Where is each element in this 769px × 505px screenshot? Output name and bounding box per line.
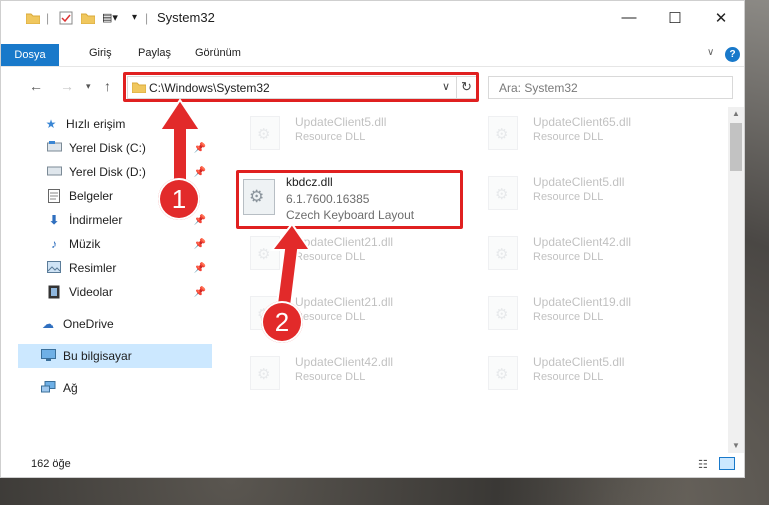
sidebar-item-network[interactable]: Ağ — [40, 376, 212, 400]
title-bar: | ▤▾ ▾ | System32 — ☐ ✕ — [1, 1, 744, 34]
dll-file-icon — [488, 296, 518, 330]
sidebar-item-label: Videolar — [69, 285, 113, 299]
customize-toolbar-icon[interactable]: ▤▾ — [102, 1, 118, 34]
list-item[interactable]: UpdateClient42.dll Resource DLL — [478, 230, 708, 280]
file-name: UpdateClient5.dll — [533, 355, 625, 369]
gear-icon: ⚙ — [249, 187, 265, 206]
list-item[interactable]: UpdateClient65.dll Resource DLL — [478, 110, 708, 160]
annotation-badge-2: 2 — [261, 301, 303, 343]
sidebar-item-label: OneDrive — [63, 317, 114, 331]
back-arrow-icon[interactable]: ← — [29, 78, 43, 94]
sidebar-item-label: Ağ — [63, 381, 78, 395]
file-version: 6.1.7600.16385 — [286, 192, 370, 206]
scroll-up-icon[interactable]: ▲ — [732, 109, 740, 118]
pin-icon[interactable]: 📌 — [194, 287, 206, 298]
sidebar-item-label: Bu bilgisayar — [63, 349, 132, 363]
close-button[interactable]: ✕ — [698, 1, 744, 34]
list-item[interactable]: UpdateClient5.dll Resource DLL — [478, 170, 708, 220]
computer-icon — [40, 349, 56, 363]
file-type: Resource DLL — [533, 371, 604, 383]
folder-icon — [26, 1, 40, 34]
download-icon: ⬇ — [48, 213, 60, 227]
list-item[interactable]: UpdateClient5.dll Resource DLL — [240, 110, 470, 160]
chevron-down-icon[interactable]: ∨ — [707, 42, 714, 64]
sidebar-item-label: Belgeler — [69, 189, 114, 203]
sidebar-item-label: Yerel Disk (D:) — [69, 165, 146, 179]
file-type: Resource DLL — [533, 251, 604, 263]
document-icon — [46, 189, 62, 203]
list-item[interactable]: UpdateClient5.dll Resource DLL — [478, 350, 708, 400]
details-view-icon[interactable]: ☷ — [698, 458, 708, 471]
window-title: System32 — [157, 10, 215, 25]
annotation-badge-1: 1 — [158, 178, 200, 220]
dll-file-icon — [488, 116, 518, 150]
new-folder-icon[interactable] — [81, 1, 95, 34]
ribbon: Dosya Giriş Paylaş Görünüm ∨ ? — [1, 34, 744, 67]
sidebar-item-this-pc[interactable]: Bu bilgisayar — [18, 344, 212, 368]
file-name: UpdateClient19.dll — [533, 295, 632, 309]
music-icon: ♪ — [51, 237, 57, 251]
sidebar-item-onedrive[interactable]: ☁ OneDrive — [40, 312, 212, 336]
search-input[interactable]: Ara: System32 — [488, 76, 733, 99]
file-type: Resource DLL — [533, 131, 604, 143]
explorer-window: | ▤▾ ▾ | System32 — ☐ ✕ Dosya Giriş Payl… — [0, 0, 745, 478]
tab-share[interactable]: Paylaş — [138, 42, 171, 64]
maximize-button[interactable]: ☐ — [652, 1, 698, 34]
list-item[interactable]: UpdateClient19.dll Resource DLL — [478, 290, 708, 340]
file-name: UpdateClient5.dll — [533, 175, 625, 189]
chevron-down-icon[interactable]: ▾ — [132, 1, 137, 34]
dll-file-icon — [488, 356, 518, 390]
separator: | — [46, 10, 50, 25]
sidebar-item-music[interactable]: ♪ Müzik 📌 — [46, 232, 212, 256]
file-name: UpdateClient5.dll — [295, 115, 387, 129]
scrollbar-thumb[interactable] — [730, 123, 742, 171]
help-icon[interactable]: ? — [725, 47, 740, 62]
drive-icon — [46, 165, 62, 179]
vertical-scrollbar[interactable]: ▲ ▼ — [728, 107, 744, 453]
sidebar-item-label: Müzik — [69, 237, 101, 251]
status-bar: 162 öğe ☷ — [1, 453, 744, 477]
pictures-icon — [46, 261, 62, 275]
item-count: 162 öğe — [31, 458, 71, 470]
list-item[interactable]: UpdateClient42.dll Resource DLL — [240, 350, 470, 400]
cloud-icon: ☁ — [42, 317, 54, 331]
tab-home[interactable]: Giriş — [89, 42, 112, 64]
sidebar-item-videos[interactable]: Videolar 📌 — [46, 280, 212, 304]
sidebar-item-label: Resimler — [69, 261, 117, 275]
large-icons-view-icon[interactable] — [719, 457, 735, 470]
sidebar-item-label: Hızlı erişim — [66, 117, 126, 131]
forward-arrow-icon[interactable]: → — [60, 78, 74, 94]
recent-locations-icon[interactable]: ▾ — [86, 81, 91, 92]
drive-icon — [46, 141, 62, 155]
scroll-down-icon[interactable]: ▼ — [732, 441, 740, 450]
star-icon: ★ — [45, 117, 57, 131]
file-type: Resource DLL — [533, 311, 604, 323]
dll-file-icon: ⚙ — [243, 179, 275, 215]
dll-file-icon — [488, 176, 518, 210]
sidebar-item-pictures[interactable]: Resimler 📌 — [46, 256, 212, 280]
minimize-button[interactable]: — — [606, 1, 652, 34]
sidebar-item-label: İndirmeler — [69, 213, 123, 227]
pin-icon[interactable]: 📌 — [194, 263, 206, 274]
separator: | — [145, 10, 149, 25]
file-name: UpdateClient42.dll — [533, 235, 632, 249]
tab-view[interactable]: Görünüm — [195, 42, 241, 64]
file-type: Resource DLL — [295, 371, 366, 383]
file-type: Resource DLL — [533, 191, 604, 203]
network-icon — [40, 381, 56, 395]
file-name: UpdateClient42.dll — [295, 355, 394, 369]
dll-file-icon — [488, 236, 518, 270]
properties-icon[interactable] — [59, 1, 73, 34]
file-name: kbdcz.dll — [286, 175, 333, 189]
file-name: UpdateClient65.dll — [533, 115, 632, 129]
dll-file-icon — [250, 356, 280, 390]
pin-icon[interactable]: 📌 — [194, 215, 206, 226]
tab-file[interactable]: Dosya — [1, 44, 59, 66]
video-icon — [46, 285, 62, 299]
file-type: Resource DLL — [295, 131, 366, 143]
sidebar-item-label: Yerel Disk (C:) — [69, 141, 146, 155]
pin-icon[interactable]: 📌 — [194, 239, 206, 250]
dll-file-icon — [250, 116, 280, 150]
up-arrow-icon[interactable]: ↑ — [104, 78, 111, 94]
